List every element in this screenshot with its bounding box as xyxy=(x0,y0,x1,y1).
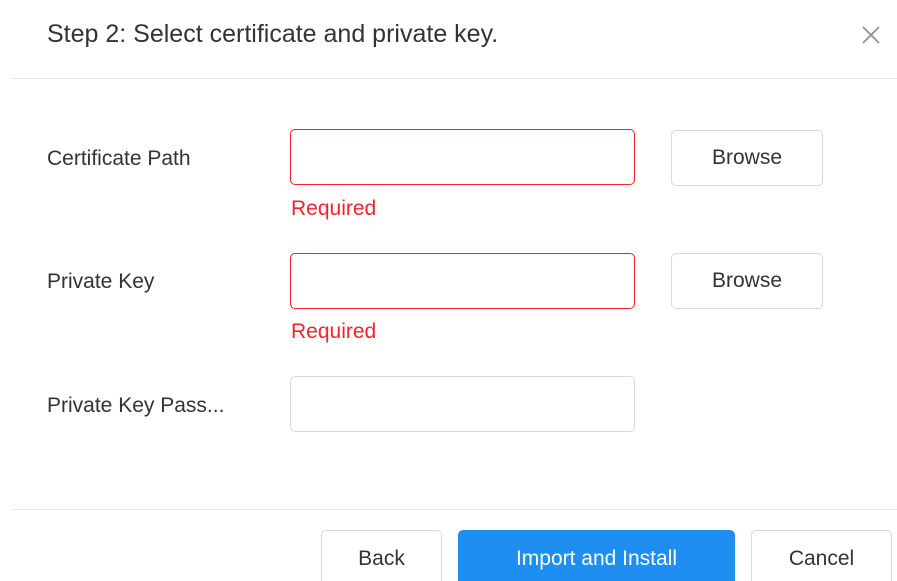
back-button[interactable]: Back xyxy=(321,530,442,581)
header-divider xyxy=(12,78,897,79)
close-button[interactable] xyxy=(858,22,884,48)
certificate-path-label: Certificate Path xyxy=(47,147,191,170)
private-key-password-label: Private Key Pass... xyxy=(47,394,225,417)
dialog-title: Step 2: Select certificate and private k… xyxy=(47,20,499,48)
cancel-button[interactable]: Cancel xyxy=(751,530,892,581)
certificate-path-error: Required xyxy=(291,197,377,220)
private-key-browse-button[interactable]: Browse xyxy=(671,253,823,309)
certificate-dialog: Step 2: Select certificate and private k… xyxy=(0,0,897,581)
certificate-path-input[interactable] xyxy=(290,129,635,185)
certificate-browse-button[interactable]: Browse xyxy=(671,130,823,186)
footer-divider xyxy=(12,509,897,510)
import-and-install-button[interactable]: Import and Install xyxy=(458,530,735,581)
dialog-header: Step 2: Select certificate and private k… xyxy=(0,0,897,78)
private-key-label: Private Key xyxy=(47,270,155,293)
private-key-input[interactable] xyxy=(290,253,635,309)
private-key-password-input[interactable] xyxy=(290,376,635,432)
private-key-error: Required xyxy=(291,320,377,343)
close-icon xyxy=(862,26,880,44)
